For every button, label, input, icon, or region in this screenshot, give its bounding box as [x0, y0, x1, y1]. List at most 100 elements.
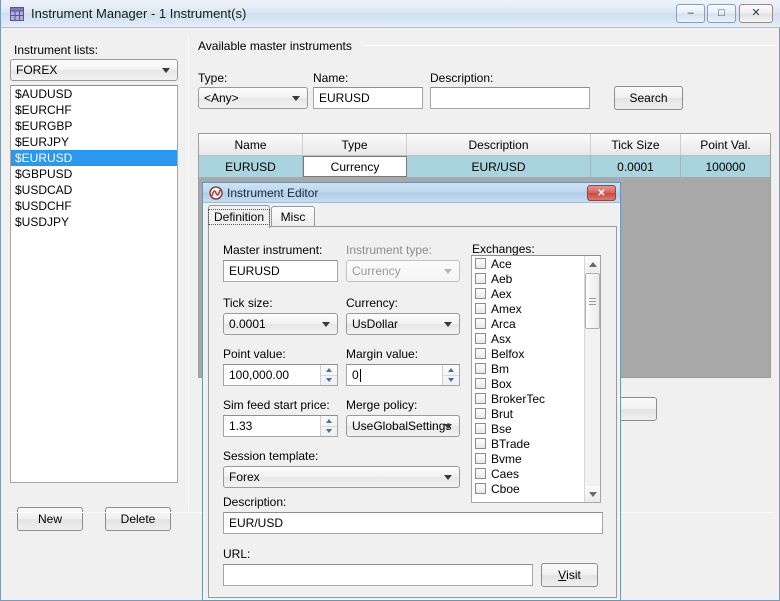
checkbox-unchecked-icon[interactable] — [475, 363, 486, 374]
sim-feed-start-price-stepper[interactable]: 1.33 — [223, 415, 338, 437]
exchange-list-item[interactable]: Arca — [472, 316, 600, 331]
close-button[interactable]: ✕ — [739, 4, 773, 23]
checkbox-unchecked-icon[interactable] — [475, 468, 486, 479]
grid-cell[interactable]: 0.0001 — [591, 156, 681, 177]
exchange-list-item[interactable]: Bse — [472, 421, 600, 436]
url-label: URL: — [223, 547, 251, 561]
checkbox-unchecked-icon[interactable] — [475, 288, 486, 299]
sim-feed-spin-up[interactable] — [321, 416, 337, 427]
margin-value-stepper[interactable]: 0 — [346, 364, 460, 386]
new-button[interactable]: New — [17, 507, 83, 531]
name-input[interactable]: EURUSD — [313, 87, 423, 109]
point-value-stepper[interactable]: 100,000.00 — [223, 364, 338, 386]
point-value-input[interactable]: 100,000.00 — [224, 365, 320, 385]
exchange-list-item[interactable]: Brut — [472, 406, 600, 421]
exchange-list-item[interactable]: Box — [472, 376, 600, 391]
sim-feed-spin-buttons[interactable] — [320, 416, 337, 436]
scroll-up-button[interactable] — [585, 256, 600, 272]
checkbox-unchecked-icon[interactable] — [475, 303, 486, 314]
url-input[interactable] — [223, 564, 533, 586]
type-combo[interactable]: <Any> — [198, 87, 308, 109]
list-item[interactable]: $USDCAD — [11, 182, 177, 198]
ninja-swirl-icon — [209, 186, 223, 200]
instrument-lists-combo[interactable]: FOREX — [10, 59, 178, 81]
grid-column-header[interactable]: Description — [407, 134, 591, 155]
dialog-titlebar: Instrument Editor ✕ — [203, 183, 620, 203]
checkbox-unchecked-icon[interactable] — [475, 258, 486, 269]
grid-column-header[interactable]: Tick Size — [591, 134, 681, 155]
minimize-button[interactable]: – — [676, 4, 705, 23]
grid-cell[interactable]: EURUSD — [199, 156, 303, 177]
tab-definition[interactable]: Definition — [207, 205, 271, 228]
checkbox-unchecked-icon[interactable] — [475, 318, 486, 329]
grid-cell[interactable]: Currency — [303, 156, 407, 177]
description-input[interactable] — [430, 87, 590, 109]
point-value-spin-up[interactable] — [321, 365, 337, 376]
checkbox-unchecked-icon[interactable] — [475, 348, 486, 359]
tab-misc[interactable]: Misc — [271, 206, 315, 227]
exchange-list-item[interactable]: Ace — [472, 256, 600, 271]
grid-cell[interactable]: 100000 — [681, 156, 770, 177]
grid-column-header[interactable]: Type — [303, 134, 407, 155]
list-item[interactable]: $USDCHF — [11, 198, 177, 214]
checkbox-unchecked-icon[interactable] — [475, 483, 486, 494]
list-item[interactable]: $GBPUSD — [11, 166, 177, 182]
exchange-list-item[interactable]: Caes — [472, 466, 600, 481]
table-row[interactable]: EURUSD Currency EUR/USD 0.0001 100000 — [199, 156, 770, 177]
grid-cell[interactable]: EUR/USD — [407, 156, 591, 177]
checkbox-unchecked-icon[interactable] — [475, 378, 486, 389]
checkbox-unchecked-icon[interactable] — [475, 438, 486, 449]
margin-value-spin-down[interactable] — [443, 376, 459, 386]
grid-column-header[interactable]: Name — [199, 134, 303, 155]
exchange-label: Belfox — [491, 346, 525, 361]
checkbox-unchecked-icon[interactable] — [475, 408, 486, 419]
exchanges-scrollbar[interactable] — [584, 256, 600, 502]
exchange-list-item[interactable]: Asx — [472, 331, 600, 346]
checkbox-unchecked-icon[interactable] — [475, 393, 486, 404]
grid-column-header[interactable]: Point Val. — [681, 134, 770, 155]
dialog-close-button[interactable]: ✕ — [587, 185, 616, 201]
checkbox-unchecked-icon[interactable] — [475, 333, 486, 344]
exchanges-label: Exchanges: — [472, 242, 535, 256]
exchange-list-item[interactable]: Belfox — [472, 346, 600, 361]
point-value-spin-down[interactable] — [321, 376, 337, 386]
exchange-list-item[interactable]: Cboe — [472, 481, 600, 496]
sim-feed-start-price-input[interactable]: 1.33 — [224, 416, 320, 436]
margin-value-input[interactable]: 0 — [347, 365, 442, 385]
master-instrument-input[interactable]: EURUSD — [223, 260, 338, 282]
dialog-description-input[interactable]: EUR/USD — [223, 512, 603, 534]
sim-feed-spin-down[interactable] — [321, 427, 337, 437]
exchanges-list[interactable]: Ace Aeb Aex Amex Arca Asx Belfox Bm Box BrokerTec… — [471, 255, 601, 503]
currency-combo[interactable]: UsDollar — [346, 313, 460, 335]
visit-button[interactable]: Visit — [541, 563, 598, 587]
session-template-label: Session template: — [223, 449, 319, 463]
list-item[interactable]: $AUDUSD — [11, 86, 177, 102]
exchange-list-item[interactable]: Amex — [472, 301, 600, 316]
list-item[interactable]: $EURCHF — [11, 102, 177, 118]
checkbox-unchecked-icon[interactable] — [475, 453, 486, 464]
tick-size-combo[interactable]: 0.0001 — [223, 313, 338, 335]
session-template-combo[interactable]: Forex — [223, 466, 460, 488]
checkbox-unchecked-icon[interactable] — [475, 423, 486, 434]
delete-button[interactable]: Delete — [105, 507, 171, 531]
exchange-list-item[interactable]: BrokerTec — [472, 391, 600, 406]
search-button[interactable]: Search — [614, 86, 683, 110]
checkbox-unchecked-icon[interactable] — [475, 273, 486, 284]
exchange-list-item[interactable]: BTrade — [472, 436, 600, 451]
maximize-button[interactable]: □ — [707, 4, 736, 23]
scrollbar-thumb[interactable] — [585, 273, 600, 329]
list-item[interactable]: $USDJPY — [11, 214, 177, 230]
exchange-list-item[interactable]: Aeb — [472, 271, 600, 286]
list-item[interactable]: $EURGBP — [11, 118, 177, 134]
exchange-list-item[interactable]: Bm — [472, 361, 600, 376]
list-item[interactable]: $EURUSD — [11, 150, 177, 166]
merge-policy-combo[interactable]: UseGlobalSettings — [346, 415, 460, 437]
point-value-spin-buttons[interactable] — [320, 365, 337, 385]
scroll-down-button[interactable] — [585, 486, 600, 502]
instrument-list-box[interactable]: $AUDUSD $EURCHF $EURGBP $EURJPY $EURUSD $GBPU… — [10, 85, 178, 483]
margin-value-spin-buttons[interactable] — [442, 365, 459, 385]
exchange-list-item[interactable]: Aex — [472, 286, 600, 301]
list-item[interactable]: $EURJPY — [11, 134, 177, 150]
exchange-list-item[interactable]: Bvme — [472, 451, 600, 466]
margin-value-spin-up[interactable] — [443, 365, 459, 376]
